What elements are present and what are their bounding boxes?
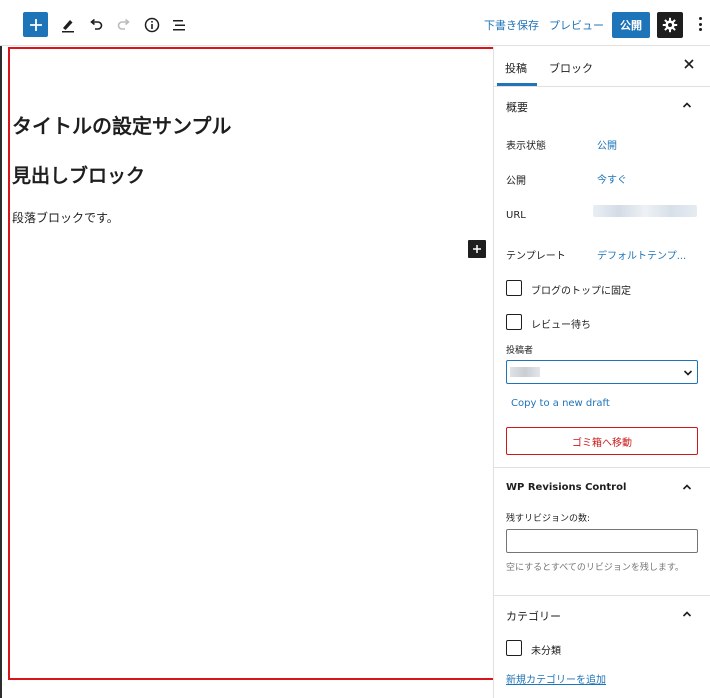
- save-draft-button[interactable]: 下書き保存: [484, 17, 539, 33]
- categories-panel-title: カテゴリー: [506, 610, 561, 623]
- undo-button[interactable]: [84, 13, 108, 37]
- details-button[interactable]: [140, 13, 164, 37]
- revisions-help-text: 空にするとすべてのリビジョンを残します。: [506, 563, 684, 573]
- settings-button[interactable]: [657, 12, 683, 38]
- copy-to-draft-link[interactable]: Copy to a new draft: [511, 398, 610, 409]
- post-title[interactable]: タイトルの設定サンプル: [12, 110, 231, 139]
- chevron-down-icon: [683, 370, 693, 376]
- visibility-label: 表示状態: [506, 141, 546, 152]
- revisions-panel-title: WP Revisions Control: [506, 482, 627, 493]
- dot: [698, 28, 702, 31]
- undo-icon: [90, 18, 103, 30]
- divider: [494, 467, 710, 468]
- close-sidebar-button[interactable]: [680, 57, 698, 73]
- chevron-up-icon: [682, 484, 692, 490]
- revisions-keep-label: 残すリビジョンの数:: [506, 514, 591, 524]
- dot: [698, 22, 702, 26]
- author-label: 投稿者: [506, 346, 534, 356]
- publish-button[interactable]: 公開: [612, 12, 650, 38]
- more-options-button[interactable]: [696, 14, 704, 34]
- template-link[interactable]: デフォルトテンプ...: [597, 247, 686, 262]
- tab-post[interactable]: 投稿: [505, 60, 527, 76]
- add-new-category-link[interactable]: 新規カテゴリーを追加: [506, 671, 606, 686]
- sticky-label: ブログのトップに固定: [531, 286, 631, 297]
- summary-panel-title: 概要: [506, 101, 528, 114]
- tab-block[interactable]: ブロック: [549, 60, 593, 76]
- editor-toolbar: 下書き保存 プレビュー 公開: [0, 0, 710, 46]
- revisions-panel-toggle[interactable]: WP Revisions Control: [494, 479, 710, 499]
- redo-button[interactable]: [112, 13, 136, 37]
- author-value-blurred: [510, 367, 540, 377]
- move-to-trash-button[interactable]: ゴミ箱へ移動: [506, 427, 698, 455]
- editor-canvas[interactable]: タイトルの設定サンプル 見出しブロック 段落ブロックです。: [8, 47, 497, 680]
- active-tab-indicator: [497, 83, 537, 86]
- info-icon: [144, 17, 160, 33]
- divider: [494, 595, 710, 596]
- block-inserter-button[interactable]: [468, 240, 486, 258]
- pending-review-checkbox[interactable]: [506, 314, 522, 330]
- sticky-checkbox[interactable]: [506, 280, 522, 296]
- sidebar-tabs: 投稿 ブロック: [494, 47, 710, 87]
- url-value-blurred[interactable]: [593, 205, 697, 217]
- publish-label: 公開: [506, 176, 526, 187]
- url-label: URL: [506, 210, 526, 221]
- plus-icon: [473, 245, 481, 253]
- chevron-up-icon: [682, 611, 692, 617]
- edit-tool-button[interactable]: [56, 13, 80, 37]
- list-view-button[interactable]: [167, 13, 191, 37]
- preview-button[interactable]: プレビュー: [549, 17, 604, 33]
- plus-icon: [29, 18, 42, 31]
- dot: [698, 17, 702, 20]
- redo-icon: [117, 18, 130, 30]
- pencil-icon: [62, 20, 74, 33]
- add-block-button[interactable]: [23, 12, 48, 37]
- chevron-up-icon: [682, 102, 692, 108]
- summary-panel-toggle[interactable]: 概要: [494, 97, 710, 117]
- template-label: テンプレート: [506, 251, 566, 262]
- category-label-uncategorized: 未分類: [531, 646, 561, 657]
- visibility-link[interactable]: 公開: [597, 137, 617, 152]
- gear-icon: [662, 17, 678, 33]
- settings-sidebar: 投稿 ブロック 概要 表示状態 公開 公開 今すぐ URL テンプレート デフォ…: [493, 47, 710, 698]
- publish-date-link[interactable]: 今すぐ: [597, 171, 627, 186]
- heading-block[interactable]: 見出しブロック: [12, 161, 145, 188]
- category-checkbox-uncategorized[interactable]: [506, 640, 522, 656]
- author-select[interactable]: [506, 360, 698, 384]
- list-view-icon: [173, 20, 185, 31]
- paragraph-block[interactable]: 段落ブロックです。: [12, 209, 119, 226]
- categories-panel-toggle[interactable]: カテゴリー: [494, 605, 710, 625]
- revisions-count-input[interactable]: [506, 529, 698, 553]
- pending-review-label: レビュー待ち: [531, 320, 591, 331]
- close-icon: [684, 59, 694, 69]
